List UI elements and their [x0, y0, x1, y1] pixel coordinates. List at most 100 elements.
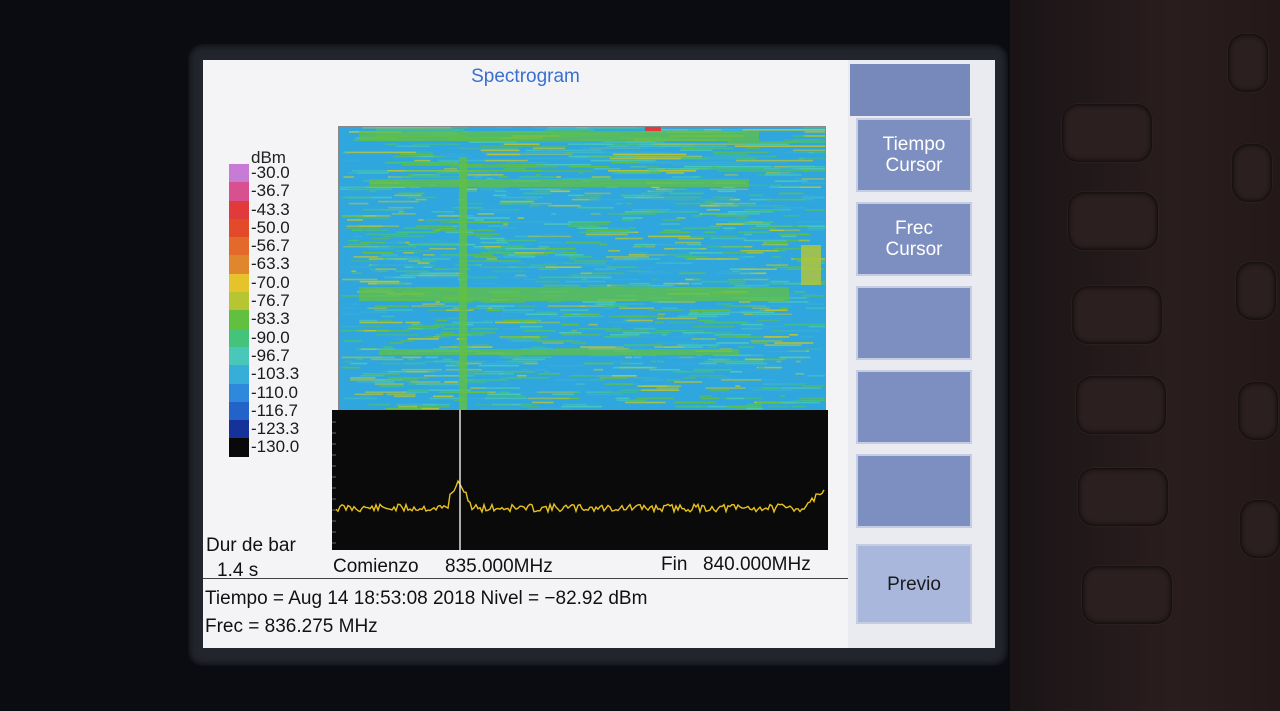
softkey-tiempo-cursor[interactable]: Tiempo Cursor: [856, 118, 972, 192]
waterfall-streak: [753, 364, 781, 367]
waterfall-streak: [515, 254, 549, 256]
hardware-key[interactable]: [1238, 382, 1278, 440]
spectrum-trace-panel: [332, 410, 828, 550]
waterfall-streak: [646, 254, 682, 256]
hardware-key[interactable]: [1072, 286, 1162, 344]
waterfall-streak: [805, 303, 825, 305]
waterfall-streak: [764, 282, 777, 285]
waterfall-streak: [612, 153, 687, 156]
waterfall-streak: [675, 270, 687, 273]
softkey-previo[interactable]: Previo: [856, 544, 972, 624]
waterfall-streak: [547, 301, 562, 303]
waterfall-streak: [530, 202, 552, 205]
waterfall-streak: [589, 198, 624, 201]
waterfall-streak: [489, 211, 512, 213]
waterfall-streak: [340, 325, 366, 328]
waterfall-streak: [388, 206, 414, 209]
softkey-empty-5[interactable]: [856, 454, 972, 528]
waterfall-streak: [502, 315, 517, 318]
waterfall-streak: [625, 270, 668, 273]
waterfall-streak: [747, 403, 762, 406]
waterfall-streak: [452, 225, 459, 227]
waterfall-streak: [360, 311, 387, 314]
waterfall-streak: [348, 188, 393, 191]
waterfall-streak: [340, 159, 363, 162]
waterfall-streak: [750, 340, 783, 342]
waterfall-streak: [511, 340, 533, 342]
waterfall-streak: [624, 401, 666, 404]
waterfall-streak: [807, 375, 825, 377]
waterfall-streak: [762, 243, 789, 246]
waterfall-streak: [498, 176, 509, 178]
waterfall-streak: [774, 206, 805, 209]
waterfall-streak: [359, 280, 400, 283]
waterfall-streak: [776, 317, 786, 320]
waterfall-streak: [733, 381, 747, 383]
waterfall-streak: [527, 397, 570, 400]
hardware-key[interactable]: [1082, 566, 1172, 624]
waterfall-streak: [800, 336, 814, 338]
waterfall-streak: [765, 336, 781, 338]
waterfall-streak: [799, 397, 825, 400]
waterfall-streak: [677, 344, 720, 346]
waterfall-streak: [769, 184, 782, 186]
hardware-key[interactable]: [1076, 376, 1166, 434]
softkey-label: Tiempo: [882, 134, 946, 155]
softkey-label: Previo: [887, 573, 941, 595]
waterfall-streak: [780, 387, 821, 389]
waterfall-streak: [346, 225, 383, 227]
waterfall-streak: [444, 381, 459, 383]
hardware-key[interactable]: [1236, 262, 1276, 320]
waterfall-streak: [463, 373, 492, 375]
hardware-key[interactable]: [1240, 500, 1280, 558]
waterfall-streak: [738, 346, 754, 348]
waterfall-streak: [583, 194, 603, 197]
waterfall-streak: [481, 362, 525, 365]
waterfall-streak: [666, 379, 681, 381]
bar-duration-value: 1.4 s: [217, 560, 259, 581]
waterfall-streak: [530, 264, 558, 266]
bar-duration-label: Dur de bar: [206, 535, 296, 556]
hardware-key[interactable]: [1068, 192, 1158, 250]
colorscale-row: -103.3: [225, 365, 345, 384]
waterfall-streak: [374, 309, 413, 311]
colorscale-label: -76.7: [251, 291, 290, 311]
waterfall-streak: [403, 252, 414, 254]
waterfall-streak: [704, 321, 748, 324]
colorscale-row: -130.0: [225, 438, 345, 457]
waterfall-streak: [585, 235, 612, 238]
waterfall-streak: [758, 366, 765, 369]
waterfall-streak: [628, 399, 646, 402]
hardware-key[interactable]: [1078, 468, 1168, 526]
waterfall-streak: [597, 391, 638, 393]
softkey-empty-4[interactable]: [856, 370, 972, 444]
waterfall-streak: [676, 217, 686, 219]
waterfall-streak: [649, 368, 681, 371]
softkey-empty-3[interactable]: [856, 286, 972, 360]
waterfall-streak: [501, 336, 523, 338]
waterfall-streak: [469, 307, 481, 309]
waterfall-streak: [615, 202, 624, 205]
waterfall-streak: [494, 190, 507, 193]
waterfall-streak: [418, 274, 460, 277]
waterfall-streak: [767, 383, 791, 385]
waterfall-streak: [593, 368, 604, 371]
hardware-key[interactable]: [1228, 34, 1268, 92]
waterfall-streak: [622, 332, 650, 334]
waterfall-streak: [590, 375, 612, 377]
hardware-key[interactable]: [1062, 104, 1152, 162]
waterfall-streak: [486, 258, 497, 260]
waterfall-streak: [713, 151, 769, 154]
softkey-frec-cursor[interactable]: Frec Cursor: [856, 202, 972, 276]
hardware-key[interactable]: [1232, 144, 1272, 202]
waterfall-streak: [407, 327, 438, 330]
waterfall-streak: [532, 340, 574, 342]
waterfall-streak: [403, 362, 426, 365]
waterfall-streak: [679, 149, 713, 152]
waterfall-streak: [711, 165, 718, 168]
waterfall-streak: [766, 241, 787, 244]
waterfall-streak: [407, 325, 441, 328]
waterfall-streak: [350, 377, 376, 379]
colorscale-label: -43.3: [251, 199, 290, 219]
waterfall-streak: [718, 270, 751, 273]
